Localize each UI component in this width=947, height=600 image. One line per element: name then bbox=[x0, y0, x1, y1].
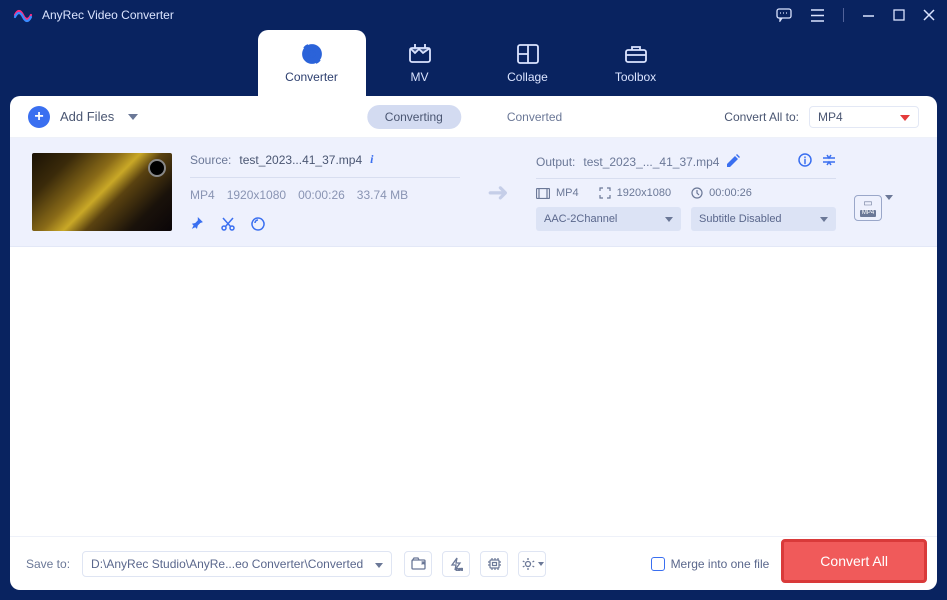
chevron-down-icon bbox=[128, 114, 138, 120]
file-row: Source: test_2023...41_37.mp4 i MP4 1920… bbox=[10, 138, 937, 247]
divider bbox=[190, 177, 460, 178]
convert-all-to-label: Convert All to: bbox=[724, 110, 799, 124]
main-tabs: Converter MV Collage Toolbox bbox=[0, 30, 947, 96]
out-duration: 00:00:26 bbox=[709, 187, 752, 199]
divider bbox=[536, 178, 836, 179]
chevron-down-icon bbox=[820, 213, 828, 225]
window-controls bbox=[776, 8, 935, 22]
app-title: AnyRec Video Converter bbox=[42, 8, 174, 22]
arrow-icon: ➜ bbox=[478, 177, 518, 208]
subtitle-select[interactable]: Subtitle Disabled bbox=[691, 207, 836, 231]
film-icon: ▭ bbox=[863, 199, 872, 209]
compress-icon[interactable] bbox=[822, 153, 836, 170]
video-thumbnail[interactable] bbox=[32, 153, 172, 231]
output-column: Output: test_2023_..._41_37.mp4 MP4 1920… bbox=[536, 153, 836, 231]
tab-label: Converter bbox=[285, 70, 338, 84]
output-info-icon[interactable] bbox=[798, 153, 812, 170]
file-list: Source: test_2023...41_37.mp4 i MP4 1920… bbox=[10, 138, 937, 536]
format-value: MP4 bbox=[818, 110, 843, 124]
source-duration: 00:00:26 bbox=[298, 188, 345, 202]
footer: Save to: D:\AnyRec Studio\AnyRe...eo Con… bbox=[10, 536, 937, 590]
seg-converting[interactable]: Converting bbox=[367, 105, 461, 129]
out-resolution: 1920x1080 bbox=[617, 187, 671, 199]
svg-text:OFF: OFF bbox=[456, 567, 463, 571]
checkbox-icon bbox=[651, 557, 665, 571]
open-folder-icon[interactable] bbox=[404, 551, 432, 577]
tab-label: Toolbox bbox=[615, 70, 656, 84]
convert-all-to: Convert All to: MP4 bbox=[724, 106, 919, 128]
add-files-button[interactable]: + Add Files bbox=[28, 106, 138, 128]
footer-tool-icons: OFF bbox=[404, 551, 546, 577]
save-path-select[interactable]: D:\AnyRec Studio\AnyRe...eo Converter\Co… bbox=[82, 551, 392, 577]
tab-collage[interactable]: Collage bbox=[474, 30, 582, 96]
add-files-label: Add Files bbox=[60, 109, 114, 124]
gpu-icon[interactable] bbox=[480, 551, 508, 577]
tab-mv[interactable]: MV bbox=[366, 30, 474, 96]
audio-select[interactable]: AAC-2Channel bbox=[536, 207, 681, 231]
pin-icon[interactable] bbox=[190, 216, 206, 232]
chevron-down-icon[interactable] bbox=[885, 195, 893, 200]
source-resolution: 1920x1080 bbox=[227, 188, 286, 202]
body: + Add Files Converting Converted Convert… bbox=[10, 96, 937, 590]
minimize-icon[interactable] bbox=[862, 9, 875, 22]
format-select[interactable]: MP4 bbox=[809, 106, 919, 128]
edit-icon[interactable] bbox=[727, 154, 740, 170]
collage-icon bbox=[517, 42, 539, 66]
convert-all-button[interactable]: Convert All bbox=[781, 539, 927, 583]
source-size: 33.74 MB bbox=[357, 188, 408, 202]
audio-value: AAC-2Channel bbox=[544, 213, 617, 225]
info-icon[interactable]: i bbox=[370, 152, 373, 167]
chevron-down-icon bbox=[375, 557, 383, 571]
cut-icon[interactable] bbox=[220, 216, 236, 232]
source-label: Source: bbox=[190, 153, 231, 167]
edit-tools bbox=[190, 216, 460, 232]
save-to-label: Save to: bbox=[26, 557, 70, 571]
menu-icon[interactable] bbox=[810, 9, 825, 22]
save-path-value: D:\AnyRec Studio\AnyRe...eo Converter\Co… bbox=[91, 557, 363, 571]
message-icon[interactable] bbox=[776, 8, 792, 22]
merge-checkbox[interactable]: Merge into one file bbox=[651, 557, 770, 571]
tab-converter[interactable]: Converter bbox=[258, 30, 366, 96]
out-format: MP4 bbox=[556, 187, 579, 199]
tab-label: Collage bbox=[507, 70, 548, 84]
source-filename: test_2023...41_37.mp4 bbox=[239, 153, 362, 167]
divider bbox=[843, 8, 844, 22]
source-column: Source: test_2023...41_37.mp4 i MP4 1920… bbox=[190, 152, 460, 232]
merge-label: Merge into one file bbox=[671, 557, 770, 571]
output-label: Output: bbox=[536, 155, 575, 169]
chevron-down-icon bbox=[900, 110, 910, 124]
output-format-button[interactable]: ▭ MP4 bbox=[854, 195, 882, 221]
output-filename: test_2023_..._41_37.mp4 bbox=[583, 155, 719, 169]
tab-toolbox[interactable]: Toolbox bbox=[582, 30, 690, 96]
output-format-col: ▭ MP4 bbox=[854, 163, 900, 221]
source-format: MP4 bbox=[190, 188, 215, 202]
sub-toolbar: + Add Files Converting Converted Convert… bbox=[10, 96, 937, 138]
hw-accel-icon[interactable]: OFF bbox=[442, 551, 470, 577]
chevron-down-icon bbox=[665, 213, 673, 225]
tab-label: MV bbox=[411, 70, 429, 84]
seg-converted[interactable]: Converted bbox=[489, 105, 580, 129]
maximize-icon[interactable] bbox=[893, 9, 905, 21]
plus-icon: + bbox=[28, 106, 50, 128]
settings-icon[interactable] bbox=[518, 551, 546, 577]
converter-icon bbox=[300, 42, 324, 66]
titlebar: AnyRec Video Converter bbox=[0, 0, 947, 30]
subtitle-value: Subtitle Disabled bbox=[699, 213, 782, 225]
app-window: AnyRec Video Converter Converter MV Coll… bbox=[0, 0, 947, 600]
fmt-badge-label: MP4 bbox=[860, 210, 876, 218]
convert-all-label: Convert All bbox=[820, 553, 888, 569]
toolbox-icon bbox=[624, 42, 648, 66]
enhance-icon[interactable] bbox=[250, 216, 266, 232]
mv-icon bbox=[408, 42, 432, 66]
app-logo-icon bbox=[12, 4, 34, 26]
close-icon[interactable] bbox=[923, 9, 935, 21]
status-segment: Converting Converted bbox=[367, 105, 580, 129]
